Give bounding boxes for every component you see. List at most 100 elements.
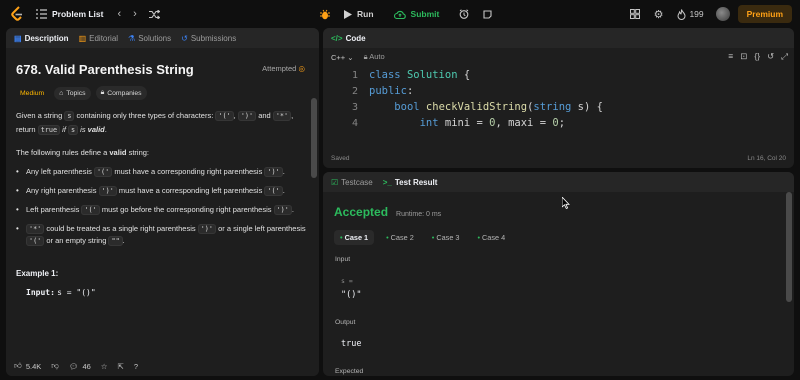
difficulty-badge: Medium: [20, 89, 45, 97]
cloud-upload-icon[interactable]: [393, 10, 406, 19]
language-select[interactable]: C++ ⌄: [331, 53, 354, 62]
tab-submissions[interactable]: ↺ Submissions: [181, 34, 236, 43]
alarm-clock-icon[interactable]: [459, 9, 469, 19]
history-icon: ↺: [181, 33, 188, 43]
editor-actions: ≡ ⊡ {} ↺ ⤢: [721, 51, 788, 62]
expected-label: Expected: [335, 368, 364, 375]
problem-statement: Given a string s containing only three t…: [16, 111, 294, 135]
list-item: • Any left parenthesis '(' must have a c…: [16, 167, 285, 177]
shuffle-icon[interactable]: [148, 9, 160, 19]
submit-button[interactable]: Submit: [411, 9, 440, 19]
format-icon[interactable]: ≡: [728, 51, 733, 62]
description-scrollbar[interactable]: [311, 98, 317, 178]
braces-icon[interactable]: {}: [754, 51, 760, 62]
help-icon[interactable]: ?: [134, 362, 138, 371]
list-item: • '*' could be treated as a single right…: [16, 224, 306, 246]
code-tab-bar: </> Code: [323, 28, 794, 48]
run-icon[interactable]: [344, 9, 352, 19]
thumbs-up-icon[interactable]: 👍︎: [14, 361, 22, 371]
leetcode-logo-icon[interactable]: [10, 6, 24, 22]
description-footer: 👍︎ 5.4K 👎︎ 💬︎ 46 ☆ ⇱ ?: [6, 356, 319, 376]
example-input: Input: s = "()": [26, 288, 96, 297]
note-icon[interactable]: [483, 9, 492, 19]
left-tab-bar: ▤ Description ▥ Editorial ⚗ Solutions ↺ …: [6, 28, 319, 48]
output-label: Output: [335, 319, 356, 326]
attempted-icon: ◎: [298, 64, 305, 73]
chevron-down-icon: ⌄: [347, 52, 354, 62]
run-button[interactable]: Run: [357, 9, 374, 19]
line-number: 2: [351, 86, 358, 97]
document-icon: ▤: [14, 33, 22, 43]
input-value: "()": [341, 290, 362, 300]
code-brackets-icon: </>: [331, 33, 343, 43]
problem-description: 678. Valid Parenthesis String Attempted …: [6, 48, 319, 356]
line-number: 1: [351, 70, 358, 81]
test-tab-bar: ☑ Testcase >_ Test Result: [323, 172, 794, 192]
next-problem-icon[interactable]: ›: [133, 8, 137, 20]
comments-count[interactable]: 46: [82, 362, 90, 371]
mouse-cursor-icon: [562, 197, 570, 209]
editor-status-bar: Saved Ln 16, Col 20: [323, 148, 794, 168]
example-title: Example 1:: [16, 269, 59, 278]
rules-intro: The following rules define a valid strin…: [16, 148, 149, 157]
auto-mode-toggle[interactable]: 🔒︎ Auto: [364, 52, 385, 62]
flask-icon: ⚗: [128, 33, 136, 43]
premium-button[interactable]: Premium: [737, 5, 792, 23]
debug-bug-icon[interactable]: [320, 9, 330, 20]
code-editor[interactable]: 1 class Solution { 2 public: 3 bool chec…: [323, 66, 794, 144]
code-line: class Solution {: [369, 69, 471, 81]
code-line: public:: [369, 85, 414, 97]
lock-icon: 🔒︎: [100, 89, 105, 96]
tag-icon: ⌂: [59, 89, 64, 97]
tab-code[interactable]: </> Code: [331, 34, 366, 43]
tab-solutions[interactable]: ⚗ Solutions: [128, 34, 171, 43]
line-number: 3: [351, 102, 358, 113]
save-status: Saved: [331, 154, 350, 162]
case-tab[interactable]: • Case 1: [334, 230, 375, 245]
output-value: true: [341, 339, 362, 349]
tab-description[interactable]: ▤ Description: [14, 34, 69, 43]
bookmark-icon[interactable]: ⊡: [740, 51, 747, 62]
tab-editorial[interactable]: ▥ Editorial: [79, 34, 118, 43]
list-item: • Left parenthesis '(' must go before th…: [16, 205, 294, 215]
settings-gear-icon[interactable]: ⚙: [654, 8, 664, 21]
line-number: 4: [351, 118, 358, 129]
star-icon[interactable]: ☆: [101, 362, 108, 371]
status-badge: Attempted ◎: [262, 64, 305, 73]
code-panel: </> Code C++ ⌄ 🔒︎ Auto ≡ ⊡ {} ↺ ⤢ 1 clas…: [323, 28, 794, 168]
code-line: int mini = 0, maxi = 0;: [419, 117, 566, 129]
layout-grid-icon[interactable]: [629, 9, 640, 19]
problem-list-link[interactable]: Problem List: [52, 9, 103, 19]
case-tab[interactable]: • Case 2: [380, 230, 420, 245]
case-tab[interactable]: • Case 4: [471, 230, 511, 245]
list-item: • Any right parenthesis ')' must have a …: [16, 186, 285, 196]
book-icon: ▥: [78, 33, 87, 43]
terminal-icon: >_: [382, 177, 392, 187]
top-bar: Problem List ‹ › Run Submit ⚙ 199 Premiu…: [0, 0, 800, 28]
streak-count[interactable]: 199: [689, 9, 703, 19]
runtime-label: Runtime: 0 ms: [396, 211, 442, 218]
comment-icon[interactable]: 💬︎: [69, 362, 79, 371]
user-avatar[interactable]: [715, 7, 730, 21]
accepted-status: Accepted: [334, 205, 389, 219]
thumbs-down-icon[interactable]: 👎︎: [51, 361, 59, 371]
likes-count[interactable]: 5.4K: [26, 362, 41, 371]
reset-icon[interactable]: ↺: [767, 51, 774, 62]
code-toolbar: C++ ⌄ 🔒︎ Auto ≡ ⊡ {} ↺ ⤢: [323, 48, 794, 66]
result-scrollbar[interactable]: [786, 192, 792, 302]
case-tab[interactable]: • Case 3: [426, 230, 466, 245]
case-tabs: • Case 1 • Case 2 • Case 3 • Case 4: [334, 230, 517, 245]
fire-streak-icon[interactable]: [677, 8, 686, 20]
share-icon[interactable]: ⇱: [118, 362, 124, 371]
companies-button[interactable]: 🔒︎ Companies: [95, 86, 147, 100]
expand-icon[interactable]: ⤢: [781, 51, 788, 62]
prev-problem-icon[interactable]: ‹: [117, 8, 121, 20]
problem-list-icon[interactable]: [36, 9, 47, 19]
tab-test-result[interactable]: >_ Test Result: [383, 178, 438, 187]
test-result-panel: ☑ Testcase >_ Test Result Accepted Runti…: [323, 172, 794, 376]
topics-button[interactable]: ⌂ Topics: [54, 86, 91, 100]
tab-testcase[interactable]: ☑ Testcase: [331, 178, 373, 187]
lock-icon: 🔒︎: [363, 52, 368, 61]
code-line: bool checkValidString(string s) {: [394, 101, 603, 113]
input-label: Input: [335, 256, 351, 263]
